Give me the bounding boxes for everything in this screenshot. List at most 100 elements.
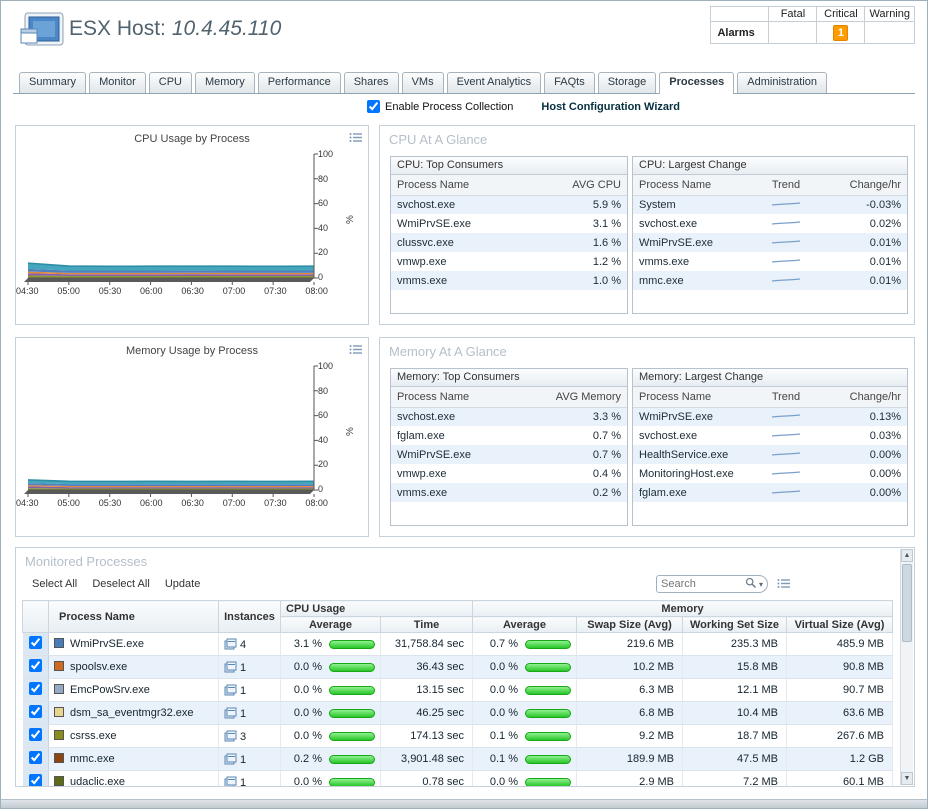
tab[interactable]: Summary [19,72,86,93]
change-per-hr-value: 0.01% [817,271,907,290]
instances-count: 3 [240,731,246,743]
tab[interactable]: FAQts [544,72,595,93]
cpu-usage-bar [329,663,375,672]
change-per-hr-value: 0.01% [817,233,907,252]
trend-sparkline [755,271,817,290]
virtual-size-value: 485.9 MB [787,633,893,656]
chart-options-icon[interactable] [349,344,362,358]
swap-size-value: 6.8 MB [577,702,683,725]
search-options-caret-icon[interactable]: ▾ [759,580,763,589]
series-color-swatch [54,661,64,671]
instances-cell: 4 [219,633,281,656]
process-name: WmiPrvSE.exe [391,214,541,233]
process-row-checkbox[interactable] [29,682,42,695]
memory-usage-chart-panel: Memory Usage by Process 100806040200 % 0… [15,337,369,537]
cpu-usage-bar [329,709,375,718]
tab[interactable]: VMs [402,72,444,93]
x-axis-label: 07:30 [264,498,287,508]
enable-process-collection-checkbox[interactable] [367,100,380,113]
alarms-col-warning: Warning [865,7,915,22]
column-header-process-name[interactable]: Process Name [49,601,219,633]
working-set-value: 18.7 MB [683,725,787,748]
tab[interactable]: Processes [659,72,734,94]
alarms-col-fatal: Fatal [769,7,817,22]
process-name: spoolsv.exe [70,661,127,673]
monitored-processes-panel: Monitored Processes Select All Deselect … [15,547,915,787]
cpu-time-value: 0.78 sec [381,771,473,787]
x-axis-label: 07:30 [264,286,287,296]
working-set-value: 235.3 MB [683,633,787,656]
critical-count-badge[interactable]: 1 [833,25,848,41]
process-row-checkbox[interactable] [29,659,42,672]
working-set-value: 7.2 MB [683,771,787,787]
tab[interactable]: Memory [195,72,255,93]
cpu-average-value: 0.0 % [288,661,322,673]
search-box: ▾ [656,575,768,593]
process-row-checkbox[interactable] [29,705,42,718]
tab[interactable]: Performance [258,72,341,93]
change-per-hr-value: 0.00% [817,464,907,483]
column-header-process-name: Process Name [633,175,755,195]
process-row: dsm_sa_eventmgr32.exe 1 0.0 % 46.25 sec … [23,702,893,725]
tab[interactable]: CPU [149,72,192,93]
search-input[interactable] [661,578,745,590]
process-row-checkbox[interactable] [29,636,42,649]
scrollbar-thumb[interactable] [902,564,912,642]
cpu-usage-bar [329,732,375,741]
process-name: svchost.exe [633,426,755,445]
vertical-scrollbar[interactable]: ▲ ▼ [900,549,913,785]
cpu-average-cell: 0.0 % [281,656,381,679]
process-row: WmiPrvSE.exe 4 3.1 % 31,758.84 sec 0.7 %… [23,633,893,656]
process-name: mmc.exe [633,271,755,290]
memory-average-value: 0.0 % [484,776,518,786]
tab[interactable]: Administration [737,72,827,93]
tab[interactable]: Monitor [89,72,146,93]
memory-average-value: 0.0 % [484,661,518,673]
series-color-swatch [54,638,64,648]
table-row: mmc.exe 0.01% [633,271,907,290]
x-axis-labels: 04:3005:0005:3006:0006:3007:0007:3008:00 [16,498,328,508]
select-all-button[interactable]: Select All [32,578,77,590]
tab[interactable]: Storage [598,72,657,93]
column-header-time[interactable]: Time [381,617,473,633]
table-row: MonitoringHost.exe 0.00% [633,464,907,483]
search-icon[interactable] [745,577,757,592]
column-header-virtual-size[interactable]: Virtual Size (Avg) [787,617,893,633]
cpu-usage-bar [329,778,375,787]
memory-average-cell: 0.0 % [473,771,577,787]
deselect-all-button[interactable]: Deselect All [92,578,149,590]
column-header-cpu-average[interactable]: Average [281,617,381,633]
group-header-memory: Memory [473,601,893,617]
scroll-up-button[interactable]: ▲ [901,549,913,562]
column-header-swap-size[interactable]: Swap Size (Avg) [577,617,683,633]
change-per-hr-value: 0.00% [817,483,907,502]
tab[interactable]: Shares [344,72,399,93]
cpu-average-cell: 0.0 % [281,725,381,748]
process-row-checkbox[interactable] [29,774,42,786]
x-axis-label: 07:00 [223,286,246,296]
chart-options-icon[interactable] [349,132,362,146]
swap-size-value: 219.6 MB [577,633,683,656]
process-row-checkbox[interactable] [29,751,42,764]
process-name-cell: EmcPowSrv.exe [49,679,219,702]
table-options-icon[interactable] [777,578,790,592]
cpu-usage-bar [329,640,375,649]
column-header-mem-average[interactable]: Average [473,617,577,633]
scroll-down-button[interactable]: ▼ [901,772,913,785]
host-configuration-wizard-link[interactable]: Host Configuration Wizard [541,101,680,113]
swap-size-value: 6.3 MB [577,679,683,702]
avg-memory-value: 3.3 % [541,407,627,426]
process-name: dsm_sa_eventmgr32.exe [70,707,194,719]
avg-cpu-value: 1.2 % [541,252,627,271]
process-name: mmc.exe [70,753,115,765]
cpu-average-value: 0.0 % [288,707,322,719]
update-button[interactable]: Update [165,578,200,590]
tab[interactable]: Event Analytics [447,72,542,93]
enable-process-collection: Enable Process Collection [367,100,513,113]
process-row-checkbox[interactable] [29,728,42,741]
series-color-swatch [54,684,64,694]
memory-at-a-glance-panel: Memory At A Glance Memory: Top Consumers… [379,337,915,537]
column-header-working-set[interactable]: Working Set Size [683,617,787,633]
column-header-instances[interactable]: Instances [219,601,281,633]
process-row: udaclic.exe 1 0.0 % 0.78 sec 0.0 % 2.9 M… [23,771,893,787]
